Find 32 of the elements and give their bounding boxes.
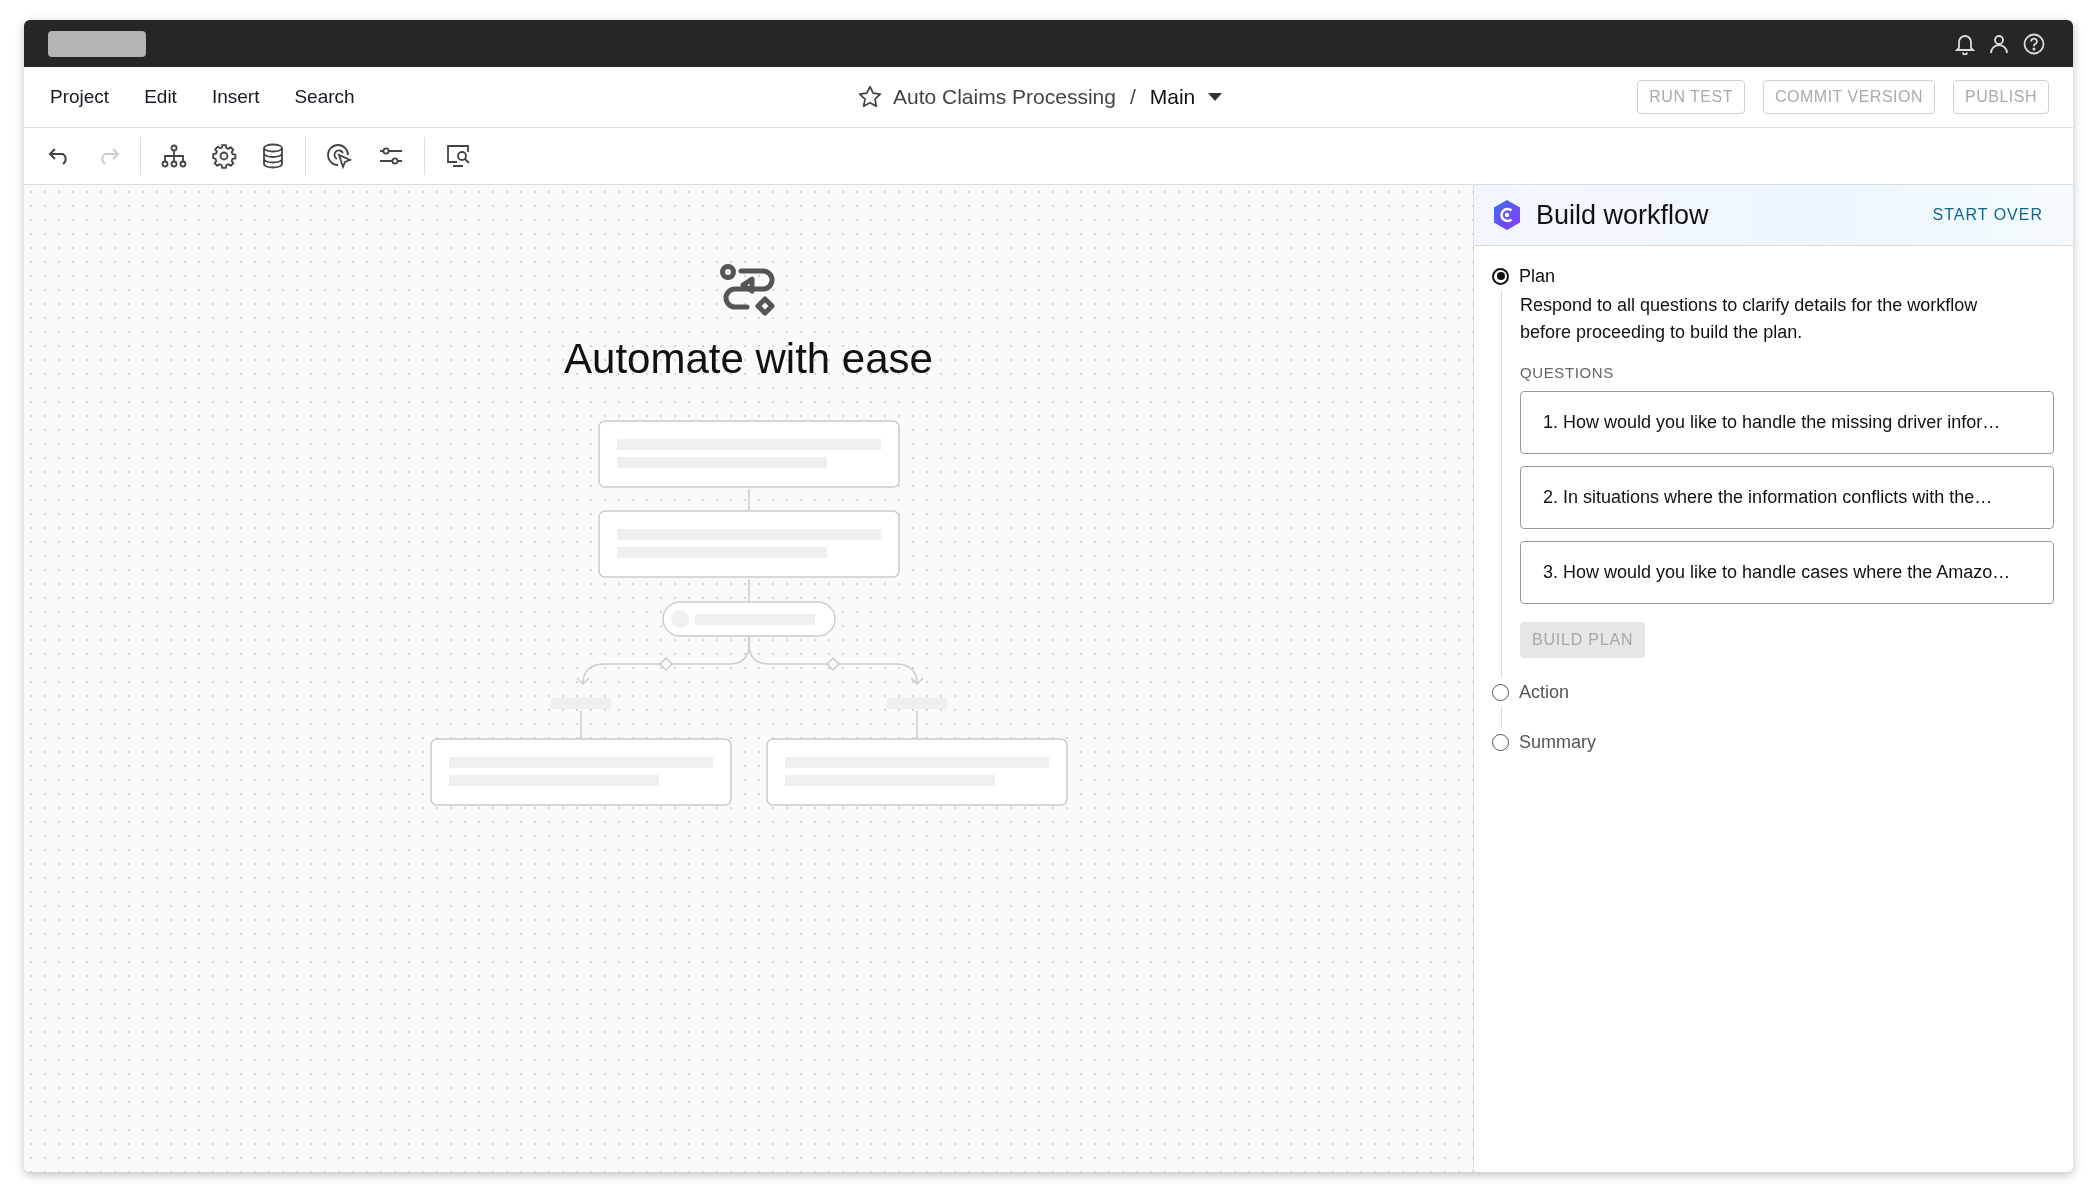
hexagon-logo-icon [1492, 199, 1522, 231]
star-icon[interactable] [857, 84, 883, 110]
question-item[interactable]: 3. How would you like to handle cases where the Amazo… [1520, 541, 2054, 604]
caret-icon[interactable] [1207, 92, 1224, 102]
branch-dropdown[interactable]: Main [1149, 85, 1224, 109]
database-icon[interactable] [261, 143, 285, 169]
question-item[interactable]: 1. How would you like to handle the missing driver infor… [1520, 391, 2054, 454]
menu-item[interactable]: Insert [199, 80, 281, 114]
menu-item[interactable]: Search [282, 80, 376, 114]
question-item[interactable]: 2. In situations where the information conflicts with the… [1520, 466, 2054, 529]
step-label: Action [1519, 681, 1570, 703]
hierarchy-icon[interactable] [161, 144, 187, 168]
step-radio[interactable] [1492, 267, 1509, 285]
notifications-icon[interactable] [1955, 32, 1975, 55]
step-label: Summary [1519, 731, 1596, 753]
menu-item[interactable]: Edit [132, 80, 198, 114]
step-radio[interactable] [1492, 733, 1509, 751]
user-icon[interactable] [1989, 33, 2009, 54]
start-over-link[interactable]: START OVER [1932, 206, 2043, 224]
step-description: Respond to all questions to clarify details for the workflow before proceeding to build the plan. [1520, 294, 1979, 344]
target-cursor-icon[interactable] [326, 142, 354, 170]
project-name: Auto Claims Processing [893, 85, 1116, 109]
settings-icon[interactable] [211, 143, 237, 169]
step-radio[interactable] [1492, 683, 1509, 701]
panel-title: Build workflow [1536, 199, 1709, 231]
help-icon[interactable] [2023, 32, 2045, 55]
questions-label: QUESTIONS [1520, 364, 1615, 381]
canvas-heading: Automate with ease [564, 335, 933, 383]
sliders-icon[interactable] [378, 145, 404, 167]
menu-item[interactable]: Project [38, 80, 131, 114]
breadcrumb-separator: / [1129, 85, 1136, 109]
step-label: Plan [1519, 265, 1556, 287]
